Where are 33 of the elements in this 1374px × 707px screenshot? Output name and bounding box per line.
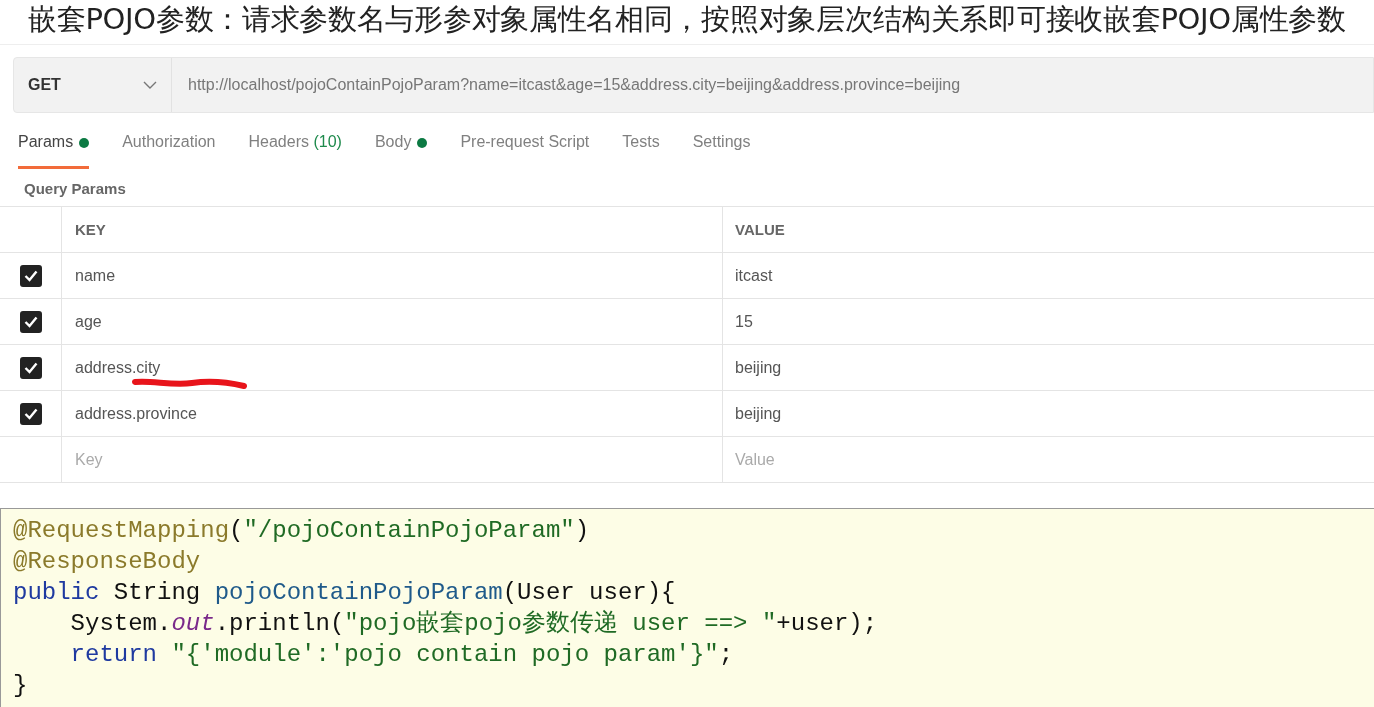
request-tab[interactable]: Authorization: [122, 131, 216, 169]
param-key[interactable]: name: [75, 266, 116, 285]
param-key[interactable]: age: [75, 312, 102, 331]
request-tab[interactable]: Body: [374, 131, 428, 169]
code-line: @ResponseBody: [13, 547, 201, 577]
request-tab[interactable]: Headers (10): [248, 131, 342, 169]
param-value[interactable]: beijing: [735, 404, 782, 423]
param-value[interactable]: itcast: [735, 266, 773, 285]
check-icon: [23, 407, 38, 420]
column-header: KEY: [75, 221, 106, 238]
param-value[interactable]: 15: [735, 312, 753, 331]
checkbox[interactable]: [19, 264, 42, 287]
request-tab[interactable]: Settings: [692, 131, 751, 169]
param-key[interactable]: address.province: [75, 404, 197, 423]
section-title: Query Params: [24, 180, 127, 199]
request-tab[interactable]: Pre-request Script: [460, 131, 590, 169]
checkbox[interactable]: [19, 310, 42, 333]
code-line: return "{'module':'pojo contain pojo param'}";: [69, 640, 734, 670]
param-value[interactable]: beijing: [735, 358, 782, 377]
check-icon: [23, 315, 38, 328]
code-line: @RequestMapping("/pojoContainPojoParam"): [13, 516, 590, 546]
code-line: System.out.println("pojo嵌套pojo参数传递 user ==> "+user);: [69, 609, 878, 639]
check-icon: [23, 361, 38, 374]
code-line: }: [13, 671, 28, 701]
checkbox[interactable]: [19, 356, 42, 379]
checkbox[interactable]: [19, 402, 42, 425]
slide-title: 嵌套POJO参数：请求参数名与形参对象属性名相同，按照对象层次结构关系即可接收嵌套POJO属性参数: [27, 1, 1347, 38]
code-line: public String pojoContainPojoParam(User user){: [13, 578, 676, 608]
request-tab[interactable]: Tests: [622, 131, 660, 169]
check-icon: [23, 269, 38, 282]
request-tab[interactable]: Params: [18, 131, 90, 169]
column-header: VALUE: [735, 221, 785, 238]
param-key[interactable]: address.city: [75, 358, 161, 377]
